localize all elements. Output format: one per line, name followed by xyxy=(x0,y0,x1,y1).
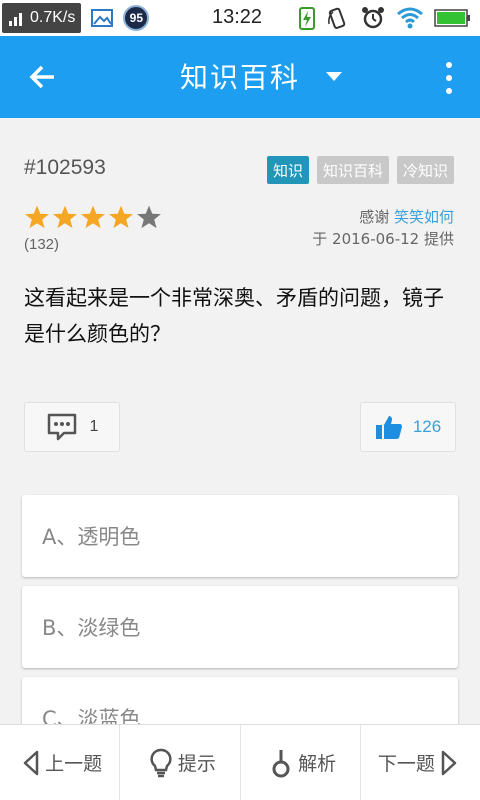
question-text: 这看起来是一个非常深奥、矛盾的问题，镜子是什么颜色的？ xyxy=(24,286,444,346)
credit-prefix: 感谢 xyxy=(359,208,390,226)
triangle-left-icon xyxy=(23,750,39,775)
net-speed-text: 0.7K/s xyxy=(30,9,76,26)
wifi-icon xyxy=(397,7,423,29)
star-filled-icon xyxy=(25,205,49,229)
status-bar: 0.7K/s 95 13:22 xyxy=(0,0,480,36)
triangle-right-icon xyxy=(441,750,457,775)
arrow-left-icon[interactable] xyxy=(26,60,60,94)
tag[interactable]: 知识百科 xyxy=(316,156,389,184)
title-dropdown[interactable]: 知识百科 xyxy=(180,56,343,96)
net-speed-indicator: 0.7K/s xyxy=(2,3,82,33)
explain-label: 解析 xyxy=(298,753,337,775)
battery-icon xyxy=(434,9,470,27)
hint-label: 提示 xyxy=(177,753,216,775)
key-icon xyxy=(272,749,290,777)
answer-option-c[interactable]: C、淡蓝色 xyxy=(22,677,458,724)
app-bar: 知识百科 xyxy=(0,36,480,118)
star-filled-icon xyxy=(81,205,105,229)
clock: 13:22 xyxy=(212,6,263,28)
more-vertical-icon[interactable] xyxy=(444,62,454,94)
credit-date: 于 2016-06-12 提供 xyxy=(312,230,454,248)
hint-button[interactable]: 提示 xyxy=(120,725,241,800)
comment-icon xyxy=(47,413,76,441)
next-label: 下一题 xyxy=(377,753,435,775)
page-title: 知识百科 xyxy=(180,61,301,94)
tag[interactable]: 知识 xyxy=(266,156,309,184)
lightbulb-icon xyxy=(150,748,172,777)
credit-user-link[interactable]: 笑笑如何 xyxy=(394,208,454,226)
like-count: 126 xyxy=(412,417,442,436)
bottom-toolbar: 上一题 提示 解析 下一题 xyxy=(0,724,480,800)
comment-count: 1 xyxy=(89,418,99,435)
prev-question-button[interactable]: 上一题 xyxy=(0,725,121,800)
answer-option-b[interactable]: B、淡绿色 xyxy=(22,586,458,668)
star-filled-icon xyxy=(109,205,133,229)
gallery-icon xyxy=(89,5,115,31)
question-content: #102593 知识 知识百科 冷知识 (132) 感谢 笑笑如何 于 2016… xyxy=(0,118,480,724)
star-empty-icon xyxy=(137,205,161,229)
explain-button[interactable]: 解析 xyxy=(241,725,361,800)
thumbs-up-icon xyxy=(375,416,402,439)
tag-list: 知识 知识百科 冷知识 xyxy=(266,156,454,184)
signal-icon xyxy=(9,13,22,26)
rating-count: (132) xyxy=(24,236,60,253)
alarm-icon xyxy=(362,7,384,29)
battery-saver-icon xyxy=(299,7,315,30)
notification-badge-icon: 95 xyxy=(123,5,150,31)
credit-info: 感谢 笑笑如何 于 2016-06-12 提供 xyxy=(312,206,454,250)
question-id: #102593 xyxy=(24,156,106,179)
comment-button[interactable]: 1 xyxy=(24,402,120,452)
like-button[interactable]: 126 xyxy=(360,402,456,452)
next-question-button[interactable]: 下一题 xyxy=(361,725,480,800)
prev-label: 上一题 xyxy=(45,753,103,775)
rating-stars xyxy=(24,204,162,230)
answer-option-a[interactable]: A、透明色 xyxy=(22,495,458,577)
caret-down-icon xyxy=(326,71,343,81)
tag[interactable]: 冷知识 xyxy=(396,156,454,184)
star-filled-icon xyxy=(53,205,77,229)
rotate-icon xyxy=(328,7,346,29)
